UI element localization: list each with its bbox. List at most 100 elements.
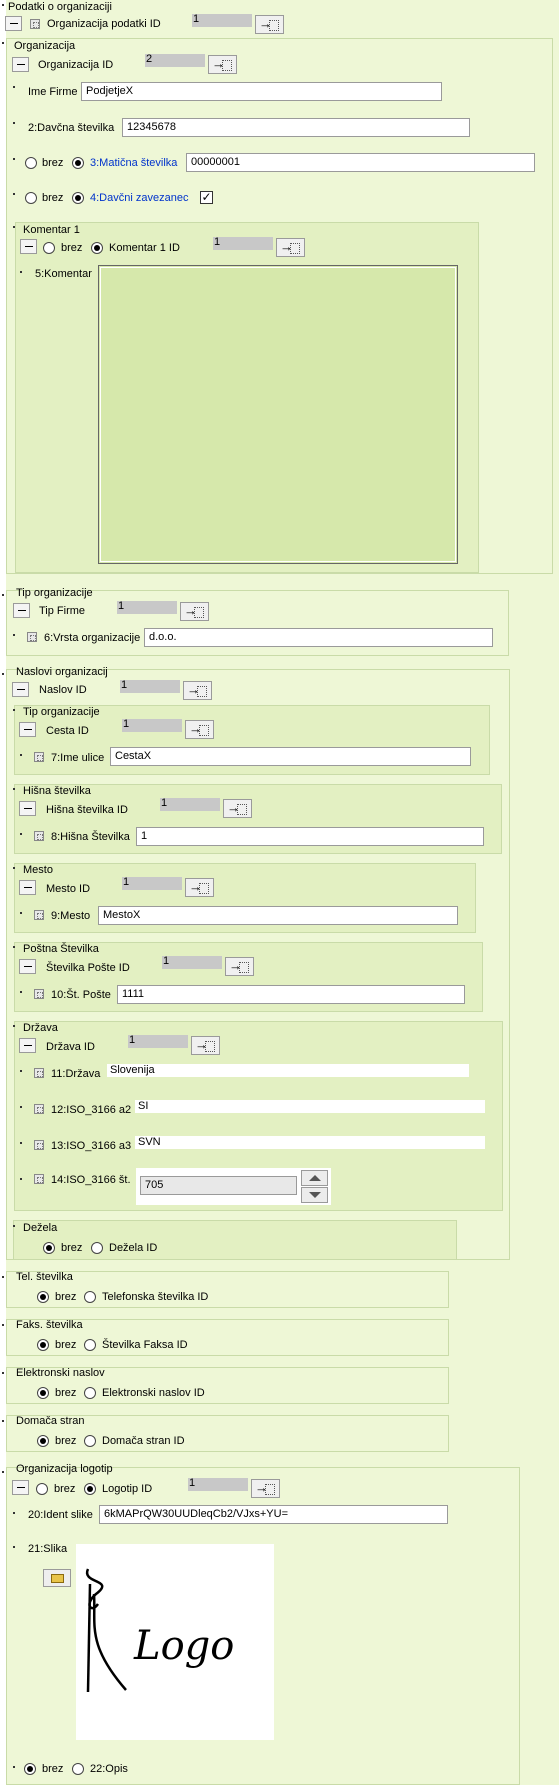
collapse-button[interactable] bbox=[19, 959, 36, 974]
open-image-button[interactable] bbox=[43, 1569, 71, 1587]
tel-brez-radio[interactable] bbox=[37, 1291, 49, 1303]
vrsta-organizacije-input[interactable]: d.o.o. bbox=[144, 628, 493, 647]
section-title-mesto: Mesto bbox=[23, 864, 53, 876]
davcni-zavezanec-label: 4:Davčni zavezanec bbox=[90, 192, 189, 204]
section-title-cesta: Tip organizacije bbox=[23, 706, 100, 718]
komentar-id-radio[interactable] bbox=[91, 242, 103, 254]
dezela-brez-radio[interactable] bbox=[43, 1242, 55, 1254]
tel-id-radio[interactable] bbox=[84, 1291, 96, 1303]
goto-button[interactable]: → bbox=[276, 238, 305, 257]
opis-brez-radio[interactable] bbox=[24, 1763, 36, 1775]
spin-down-button[interactable] bbox=[301, 1187, 328, 1203]
organizacija-id-label: Organizacija ID bbox=[38, 59, 114, 71]
komentar-id-value: 1 bbox=[213, 237, 273, 250]
slika-label: 21:Slika bbox=[28, 1543, 68, 1555]
zavezanec-brez-radio[interactable] bbox=[25, 192, 37, 204]
collapse-button[interactable] bbox=[5, 16, 22, 31]
drzava-input[interactable]: Slovenija bbox=[107, 1064, 469, 1077]
bullet bbox=[20, 271, 22, 273]
organizacija-podatki-id-label: Organizacija podatki ID bbox=[47, 18, 161, 30]
komentar-label: 5:Komentar bbox=[35, 268, 92, 280]
collapse-button[interactable] bbox=[19, 880, 36, 895]
komentar-textarea[interactable] bbox=[98, 265, 458, 564]
davcni-zavezanec-checkbox[interactable]: ✓ bbox=[200, 191, 213, 204]
email-brez-radio[interactable] bbox=[37, 1387, 49, 1399]
collapse-button[interactable] bbox=[13, 603, 30, 618]
zavezanec-radio[interactable] bbox=[72, 192, 84, 204]
opis-radio[interactable] bbox=[72, 1763, 84, 1775]
collapse-button[interactable] bbox=[20, 239, 37, 254]
mesto-input[interactable]: MestoX bbox=[98, 906, 458, 925]
section-title-tel: Tel. številka bbox=[16, 1271, 73, 1283]
section-title-faks: Faks. številka bbox=[16, 1319, 83, 1331]
davcna-stevilka-input[interactable]: 12345678 bbox=[122, 118, 470, 137]
hisna-stevilka-input[interactable]: 1 bbox=[136, 827, 484, 846]
logo-image: Logo bbox=[76, 1544, 274, 1740]
iso-a3-label: 13:ISO_3166 a3 bbox=[51, 1140, 132, 1152]
maticna-brez-radio[interactable] bbox=[25, 157, 37, 169]
naslov-id-value: 1 bbox=[120, 680, 180, 693]
grid-icon bbox=[27, 632, 37, 642]
logotip-id-value: 1 bbox=[188, 1478, 248, 1491]
iso-a3-input[interactable]: SVN bbox=[135, 1136, 485, 1149]
collapse-button[interactable] bbox=[19, 722, 36, 737]
organizacija-id-value: 2 bbox=[145, 54, 205, 67]
goto-button[interactable]: → bbox=[183, 681, 212, 700]
ime-ulice-label: 7:Ime ulice bbox=[51, 752, 105, 764]
st-poste-input[interactable]: 1111 bbox=[117, 985, 465, 1004]
opis-label: 22:Opis bbox=[90, 1763, 128, 1775]
collapse-button[interactable] bbox=[19, 801, 36, 816]
goto-button[interactable]: → bbox=[225, 957, 254, 976]
bullet bbox=[13, 867, 15, 869]
drzava-label: 11:Država bbox=[51, 1068, 101, 1080]
ime-ulice-input[interactable]: CestaX bbox=[110, 747, 471, 766]
bullet bbox=[13, 946, 15, 948]
dezela-id-radio[interactable] bbox=[91, 1242, 103, 1254]
cesta-id-value: 1 bbox=[122, 719, 182, 732]
grid-icon bbox=[34, 910, 44, 920]
maticna-radio[interactable] bbox=[72, 157, 84, 169]
ime-firme-input[interactable]: PodjetjeX bbox=[81, 82, 442, 101]
bullet bbox=[13, 1512, 15, 1514]
collapse-button[interactable] bbox=[12, 1480, 29, 1495]
domaca-id-label: Domača stran ID bbox=[102, 1435, 185, 1447]
bullet bbox=[13, 86, 15, 88]
domaca-brez-radio[interactable] bbox=[37, 1435, 49, 1447]
maticna-stevilka-input[interactable]: 00000001 bbox=[186, 153, 535, 172]
collapse-button[interactable] bbox=[12, 57, 29, 72]
domaca-id-radio[interactable] bbox=[84, 1435, 96, 1447]
bullet bbox=[2, 673, 4, 675]
goto-button[interactable]: → bbox=[223, 799, 252, 818]
bullet bbox=[2, 4, 4, 6]
vrsta-organizacije-label: 6:Vrsta organizacije bbox=[44, 632, 141, 644]
goto-button[interactable]: → bbox=[191, 1036, 220, 1055]
bullet bbox=[20, 991, 22, 993]
goto-button[interactable]: → bbox=[185, 720, 214, 739]
collapse-button[interactable] bbox=[19, 1038, 36, 1053]
goto-button[interactable]: → bbox=[185, 878, 214, 897]
collapse-button[interactable] bbox=[12, 682, 29, 697]
spin-up-button[interactable] bbox=[301, 1170, 328, 1186]
bullet bbox=[13, 1225, 15, 1227]
posta-id-label: Številka Pošte ID bbox=[46, 962, 130, 974]
goto-button[interactable]: → bbox=[208, 55, 237, 74]
komentar-brez-radio[interactable] bbox=[43, 242, 55, 254]
faks-brez-radio[interactable] bbox=[37, 1339, 49, 1351]
komentar-id-label: Komentar 1 ID bbox=[109, 242, 180, 254]
posta-id-value: 1 bbox=[162, 956, 222, 969]
goto-button[interactable]: → bbox=[251, 1479, 280, 1498]
logotip-brez-radio[interactable] bbox=[36, 1483, 48, 1495]
iso-st-input[interactable]: 705 bbox=[140, 1176, 297, 1195]
goto-button[interactable]: → bbox=[255, 15, 284, 34]
mesto-label: 9:Mesto bbox=[51, 910, 91, 922]
bullet bbox=[20, 1070, 22, 1072]
bullet bbox=[2, 1276, 4, 1278]
ident-slike-input[interactable]: 6kMAPrQW30UUDleqCb2/VJxs+YU= bbox=[99, 1505, 448, 1524]
goto-button[interactable]: → bbox=[180, 602, 209, 621]
tel-id-label: Telefonska številka ID bbox=[102, 1291, 209, 1303]
email-id-radio[interactable] bbox=[84, 1387, 96, 1399]
faks-id-radio[interactable] bbox=[84, 1339, 96, 1351]
iso-a2-input[interactable]: SI bbox=[135, 1100, 485, 1113]
logotip-id-radio[interactable] bbox=[84, 1483, 96, 1495]
brez-label: brez bbox=[61, 1242, 83, 1254]
